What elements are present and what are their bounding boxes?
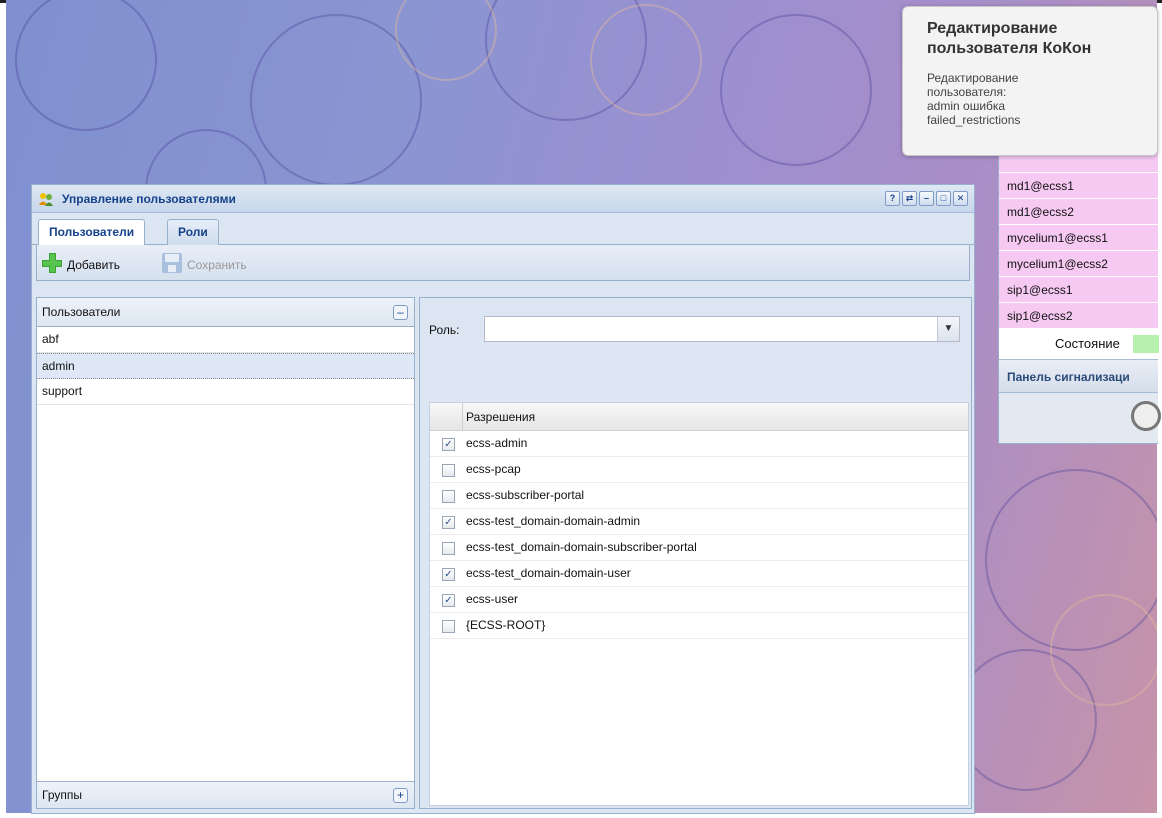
permission-checkbox[interactable]: ✓ xyxy=(442,516,455,529)
signal-panel-body xyxy=(999,393,1161,443)
permissions-list: ✓ ecss-admin ecss-pcap ecss-subscriber-port… xyxy=(430,431,968,639)
permission-row: ecss-test_domain-domain-subscriber-porta… xyxy=(430,535,968,561)
window-titlebar[interactable]: Управление пользователями ? ⇄ – □ ✕ xyxy=(32,185,974,213)
permission-row: ✓ ecss-admin xyxy=(430,431,968,457)
save-button-label: Сохранить xyxy=(187,258,247,272)
user-row[interactable]: admin xyxy=(37,353,414,379)
help-icon[interactable]: ? xyxy=(885,191,900,206)
tab-bar: Пользователи Роли xyxy=(32,213,974,246)
permission-name: {ECSS-ROOT} xyxy=(466,618,546,632)
permission-row: ecss-subscriber-portal xyxy=(430,483,968,509)
permission-checkbox[interactable] xyxy=(442,490,455,503)
collapse-icon[interactable]: – xyxy=(393,305,408,320)
users-list: abf admin support xyxy=(37,327,414,405)
permission-checkbox[interactable]: ✓ xyxy=(442,568,455,581)
side-list-item[interactable]: md1@ecss1 xyxy=(999,173,1158,199)
user-row[interactable]: support xyxy=(37,379,414,405)
permission-checkbox[interactable] xyxy=(442,620,455,633)
side-panel: md1@ecss1 md1@ecss2 mycelium1@ecss1 myceliu… xyxy=(998,150,1161,444)
permissions-grid: Разрешения ✓ ecss-admin ecss-pcap ecss-subs… xyxy=(429,402,969,806)
expand-icon[interactable]: + xyxy=(393,788,408,803)
notification-title: Редактирование пользователя КоКон xyxy=(927,20,1092,57)
signal-panel-header[interactable]: Панель сигнализаци xyxy=(999,359,1158,393)
permission-row: ✓ ecss-test_domain-domain-admin xyxy=(430,509,968,535)
window-tools: ? ⇄ – □ ✕ xyxy=(885,191,968,206)
side-list-item[interactable]: mycelium1@ecss1 xyxy=(999,225,1158,251)
users-management-window: Управление пользователями ? ⇄ – □ ✕ Поль… xyxy=(31,184,975,814)
permission-checkbox[interactable]: ✓ xyxy=(442,594,455,607)
tab-roles[interactable]: Роли xyxy=(167,219,219,245)
signal-indicator-button[interactable] xyxy=(1131,401,1161,431)
plus-icon xyxy=(42,253,62,273)
permission-name: ecss-test_domain-domain-subscriber-porta… xyxy=(466,540,697,554)
chevron-down-icon[interactable]: ▼ xyxy=(937,317,959,341)
permission-name: ecss-user xyxy=(466,592,519,606)
window-title: Управление пользователями xyxy=(62,192,236,206)
toolbar: Добавить Сохранить xyxy=(36,245,970,281)
role-select[interactable]: ▼ xyxy=(484,316,960,342)
groups-panel-title: Группы xyxy=(42,788,82,802)
column-separator xyxy=(462,403,463,431)
notification-body: Редактирование пользователя: admin ошибк… xyxy=(927,71,1021,127)
side-list-item[interactable]: sip1@ecss1 xyxy=(999,277,1158,303)
permission-checkbox[interactable] xyxy=(442,464,455,477)
permission-name: ecss-test_domain-domain-admin xyxy=(466,514,641,528)
user-row[interactable]: abf xyxy=(37,327,414,353)
floppy-icon xyxy=(162,253,182,273)
side-list-item[interactable]: md1@ecss2 xyxy=(999,199,1158,225)
permission-checkbox[interactable] xyxy=(442,542,455,555)
permission-row: {ECSS-ROOT} xyxy=(430,613,968,639)
users-icon xyxy=(39,193,53,206)
state-indicator xyxy=(1133,335,1159,353)
permission-name: ecss-admin xyxy=(466,436,528,450)
users-panel-header: Пользователи – xyxy=(37,298,414,327)
permission-name: ecss-subscriber-portal xyxy=(466,488,585,502)
state-label: Состояние xyxy=(1055,336,1120,351)
permission-name: ecss-pcap xyxy=(466,462,521,476)
close-icon[interactable]: ✕ xyxy=(953,191,968,206)
permissions-header: Разрешения xyxy=(430,403,968,431)
add-button-label: Добавить xyxy=(67,258,121,272)
permission-row: ✓ ecss-user xyxy=(430,587,968,613)
refresh-icon[interactable]: ⇄ xyxy=(902,191,917,206)
users-panel: Пользователи – abf admin support Группы + xyxy=(36,297,415,809)
side-list: md1@ecss1 md1@ecss2 mycelium1@ecss1 myceliu… xyxy=(999,151,1158,329)
permission-row: ecss-pcap xyxy=(430,457,968,483)
side-list-item[interactable]: mycelium1@ecss2 xyxy=(999,251,1158,277)
tab-users[interactable]: Пользователи xyxy=(38,219,146,246)
notification-popup: Редактирование пользователя КоКон Редакт… xyxy=(902,6,1158,156)
side-list-item[interactable]: sip1@ecss2 xyxy=(999,303,1158,329)
groups-panel-header[interactable]: Группы + xyxy=(37,781,414,808)
users-panel-title: Пользователи xyxy=(42,305,121,319)
user-details-panel: Роль: ▼ Разрешения ✓ ecss-admin ecss-pcap e… xyxy=(419,297,972,809)
role-label: Роль: xyxy=(429,323,460,337)
permissions-column-title: Разрешения xyxy=(466,410,536,424)
permission-checkbox[interactable]: ✓ xyxy=(442,438,455,451)
minimize-icon[interactable]: – xyxy=(919,191,934,206)
maximize-icon[interactable]: □ xyxy=(936,191,951,206)
permission-row: ✓ ecss-test_domain-domain-user xyxy=(430,561,968,587)
state-row: Состояние xyxy=(999,329,1159,359)
permission-name: ecss-test_domain-domain-user xyxy=(466,566,631,580)
